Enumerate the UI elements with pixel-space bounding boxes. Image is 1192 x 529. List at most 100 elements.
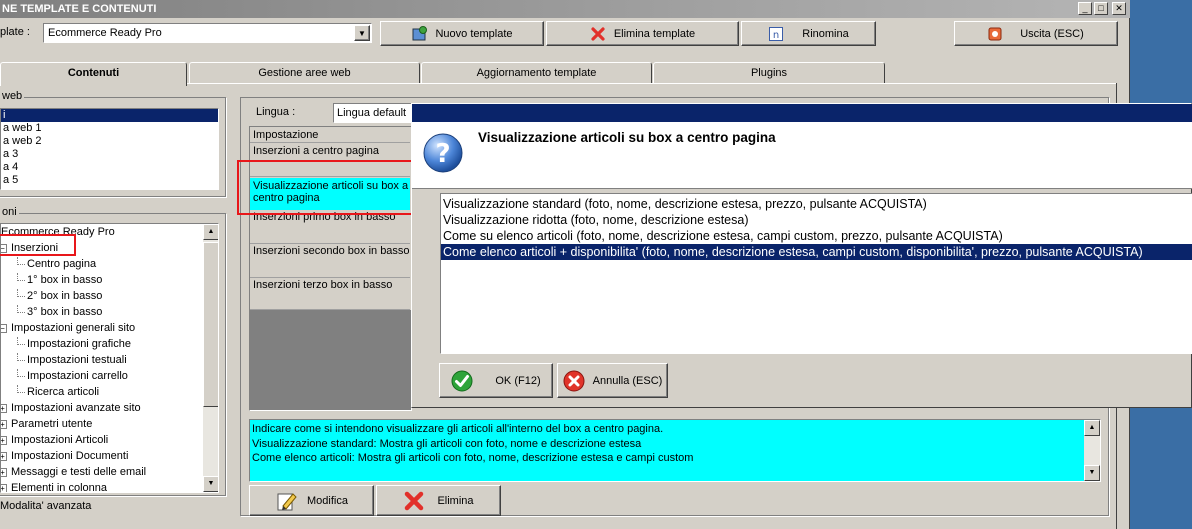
tree-scrollbar[interactable]: ▲ ▼: [203, 224, 218, 492]
language-select[interactable]: Lingua default: [333, 103, 413, 123]
list-item[interactable]: Come su elenco articoli (foto, nome, des…: [441, 228, 1192, 244]
sections-group-label: oni: [0, 206, 19, 218]
choice-dialog: ? Visualizzazione articoli su box a cent…: [411, 103, 1192, 408]
delete-template-button[interactable]: Elimina template: [546, 21, 739, 46]
list-item[interactable]: Visualizzazione ridotta (foto, nome, des…: [441, 212, 1192, 228]
tree-item[interactable]: Impostazioni grafiche: [27, 337, 131, 351]
scroll-down-icon[interactable]: ▼: [1084, 465, 1100, 481]
close-icon[interactable]: ✕: [1112, 2, 1126, 15]
tree-item[interactable]: 2° box in basso: [27, 289, 102, 303]
ok-label: OK (F12): [495, 374, 541, 387]
list-item[interactable]: a web 2: [1, 135, 218, 148]
scroll-up-icon[interactable]: ▲: [1084, 420, 1100, 436]
tree-item[interactable]: Ricerca articoli: [27, 385, 99, 399]
rename-button[interactable]: n Rinomina: [741, 21, 876, 46]
table-row[interactable]: Inserzioni terzo box in basso: [250, 279, 410, 310]
table-row[interactable]: Inserzioni primo box in basso: [250, 211, 410, 244]
delete-button[interactable]: Elimina: [376, 485, 501, 516]
annotation-highlight-row: [237, 160, 414, 215]
description-line: Come elenco articoli: Mostra gli articol…: [252, 452, 694, 464]
rename-icon: n: [769, 26, 784, 41]
list-item[interactable]: a 5: [1, 174, 218, 187]
tree-item[interactable]: 3° box in basso: [27, 305, 102, 319]
scroll-thumb[interactable]: [203, 242, 218, 407]
grid-cell-text: Inserzioni secondo box in basso: [253, 245, 410, 257]
tree-item[interactable]: Centro pagina: [27, 257, 96, 271]
tree-item[interactable]: Parametri utente: [11, 417, 92, 431]
expand-icon[interactable]: +: [1, 452, 7, 461]
window-title-bar: NE TEMPLATE E CONTENUTI: [0, 0, 1130, 18]
tab-contenuti[interactable]: Contenuti: [0, 62, 187, 86]
scroll-down-icon[interactable]: ▼: [203, 476, 218, 492]
new-template-button[interactable]: Nuovo template: [380, 21, 544, 46]
tab-label: Plugins: [750, 67, 788, 79]
tree-line: [17, 289, 25, 297]
tab-plugins[interactable]: Plugins: [653, 62, 885, 83]
description-box[interactable]: Indicare come si intendono visualizzare …: [249, 419, 1101, 482]
check-icon: [451, 370, 473, 391]
tree-content: Ecommerce Ready Pro − Inserzioni Centro pag…: [1, 224, 203, 492]
collapse-icon[interactable]: −: [1, 324, 7, 333]
ok-button[interactable]: OK (F12): [439, 363, 553, 398]
tree-item[interactable]: 1° box in basso: [27, 273, 102, 287]
tree-item[interactable]: Elementi in colonna: [11, 481, 107, 492]
description-scrollbar[interactable]: ▲ ▼: [1084, 420, 1100, 481]
tree-item[interactable]: Messaggi e testi delle email: [11, 465, 146, 479]
template-select-value: Ecommerce Ready Pro: [48, 27, 162, 39]
tree-item[interactable]: Impostazioni Documenti: [11, 449, 128, 463]
advanced-mode-label[interactable]: Modalita' avanzata: [0, 500, 91, 512]
description-line: Visualizzazione standard: Mostra gli art…: [252, 437, 642, 450]
new-template-icon: [412, 25, 428, 40]
template-select[interactable]: Ecommerce Ready Pro ▼: [43, 23, 372, 43]
tree-item[interactable]: Impostazioni avanzate sito: [11, 401, 141, 415]
tree-line: [17, 257, 25, 265]
template-label: plate :: [0, 26, 30, 38]
tree-line: [17, 385, 25, 393]
svg-text:?: ?: [435, 139, 450, 169]
list-item[interactable]: i: [1, 109, 218, 122]
modify-button[interactable]: Modifica: [249, 485, 374, 516]
list-item[interactable]: a web 1: [1, 122, 218, 135]
expand-icon[interactable]: +: [1, 436, 7, 445]
dialog-title: Visualizzazione articoli su box a centro…: [478, 130, 776, 145]
expand-icon[interactable]: +: [1, 404, 7, 413]
tree-item[interactable]: Impostazioni carrello: [27, 369, 128, 383]
scroll-up-icon[interactable]: ▲: [203, 224, 218, 240]
web-areas-list[interactable]: i a web 1 a web 2 a 3 a 4 a 5: [0, 108, 219, 190]
expand-icon[interactable]: +: [1, 484, 7, 492]
sections-tree[interactable]: Ecommerce Ready Pro − Inserzioni Centro pag…: [0, 223, 219, 493]
tree-item[interactable]: Impostazioni testuali: [27, 353, 127, 367]
modify-label: Modifica: [307, 494, 348, 507]
tab-gestione-aree-web[interactable]: Gestione aree web: [189, 62, 420, 83]
table-row[interactable]: Inserzioni secondo box in basso: [250, 245, 410, 278]
edit-icon: [277, 492, 297, 510]
list-item-selected[interactable]: Come elenco articoli + disponibilita' (f…: [441, 244, 1192, 260]
options-list[interactable]: Visualizzazione standard (foto, nome, de…: [440, 193, 1192, 354]
tab-aggiornamento-template[interactable]: Aggiornamento template: [421, 62, 652, 83]
list-item[interactable]: Visualizzazione standard (foto, nome, de…: [441, 196, 1192, 212]
question-icon: ?: [423, 133, 463, 173]
cancel-label: Annulla (ESC): [592, 374, 663, 387]
tree-line: [17, 305, 25, 313]
tree-item[interactable]: Impostazioni generali sito: [11, 321, 135, 335]
expand-icon[interactable]: +: [1, 420, 7, 429]
cancel-button[interactable]: Annulla (ESC): [557, 363, 668, 398]
list-item[interactable]: a 4: [1, 161, 218, 174]
dialog-title-bar: [412, 104, 1192, 122]
minimize-icon[interactable]: _: [1078, 2, 1092, 15]
delete-label: Elimina: [437, 494, 474, 507]
expand-icon[interactable]: +: [1, 468, 7, 477]
exit-button[interactable]: Uscita (ESC): [954, 21, 1118, 46]
tree-item[interactable]: Impostazioni Articoli: [11, 433, 108, 447]
tree-line: [17, 273, 25, 281]
cancel-icon: [563, 370, 585, 391]
exit-icon: [988, 27, 1002, 40]
chevron-down-icon[interactable]: ▼: [354, 25, 370, 41]
tree-line: [17, 353, 25, 361]
list-item[interactable]: a 3: [1, 148, 218, 161]
rename-label: Rinomina: [802, 27, 849, 40]
maximize-icon[interactable]: □: [1094, 2, 1108, 15]
tree-line: [17, 337, 25, 345]
options-content: Visualizzazione standard (foto, nome, de…: [441, 194, 1192, 260]
svg-text:n: n: [773, 30, 779, 41]
